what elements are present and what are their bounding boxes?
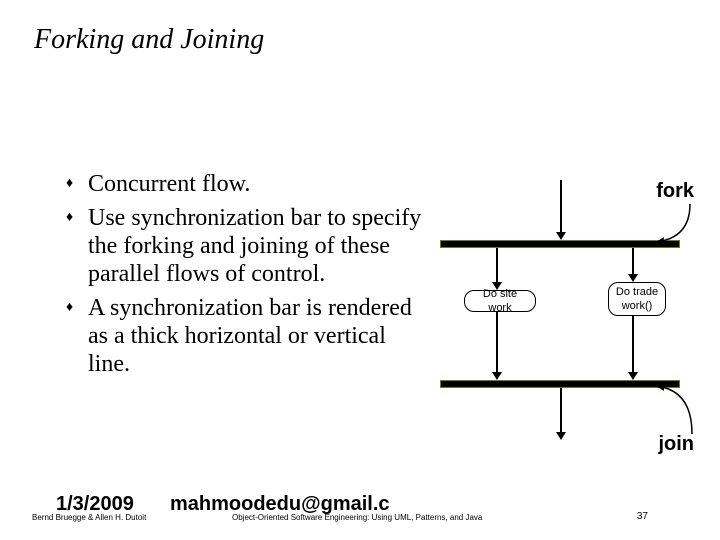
edge-line xyxy=(632,248,634,274)
bullet-marker-icon: ♦ xyxy=(66,204,88,232)
footer-page: 37 xyxy=(637,511,648,522)
sync-bar-join xyxy=(440,380,680,388)
footer-book: Object-Oriented Software Engineering: Us… xyxy=(232,513,482,522)
curve-arrow-icon xyxy=(652,384,698,438)
footer-authors: Bernd Bruegge & Allen H. Dutoit xyxy=(32,513,146,522)
bullet-marker-icon: ♦ xyxy=(66,294,88,322)
curve-arrow-icon xyxy=(650,204,694,248)
list-item: ♦ Concurrent flow. xyxy=(66,170,426,198)
list-item: ♦ Use synchronization bar to specify the… xyxy=(66,204,426,288)
activity-diagram: fork Do site work Do trade work() xyxy=(440,170,700,450)
list-item: ♦ A synchronization bar is rendered as a… xyxy=(66,294,426,378)
bullet-marker-icon: ♦ xyxy=(66,170,88,198)
activity-node-right: Do trade work() xyxy=(608,282,666,316)
arrowhead-icon xyxy=(556,432,566,440)
activity-label: Do site work xyxy=(471,287,529,315)
bullet-list: ♦ Concurrent flow. ♦ Use synchronization… xyxy=(66,170,426,384)
fork-label: fork xyxy=(656,180,694,203)
sync-bar-fork xyxy=(440,240,680,248)
activity-label: Do trade work() xyxy=(615,285,659,313)
bullet-text: Use synchronization bar to specify the f… xyxy=(88,204,426,288)
edge-line xyxy=(560,388,562,432)
arrowhead-icon xyxy=(628,372,638,380)
bullet-text: A synchronization bar is rendered as a t… xyxy=(88,294,426,378)
bullet-text: Concurrent flow. xyxy=(88,170,250,198)
join-label: join xyxy=(658,433,694,456)
activity-node-left: Do site work xyxy=(464,290,536,312)
edge-line xyxy=(632,316,634,372)
edge-line xyxy=(496,312,498,372)
edge-line xyxy=(560,180,562,232)
arrowhead-icon xyxy=(556,232,566,240)
edge-line xyxy=(496,248,498,282)
arrowhead-icon xyxy=(628,274,638,282)
arrowhead-icon xyxy=(492,372,502,380)
page-title: Forking and Joining xyxy=(34,24,264,56)
slide: Forking and Joining ♦ Concurrent flow. ♦… xyxy=(0,0,720,540)
